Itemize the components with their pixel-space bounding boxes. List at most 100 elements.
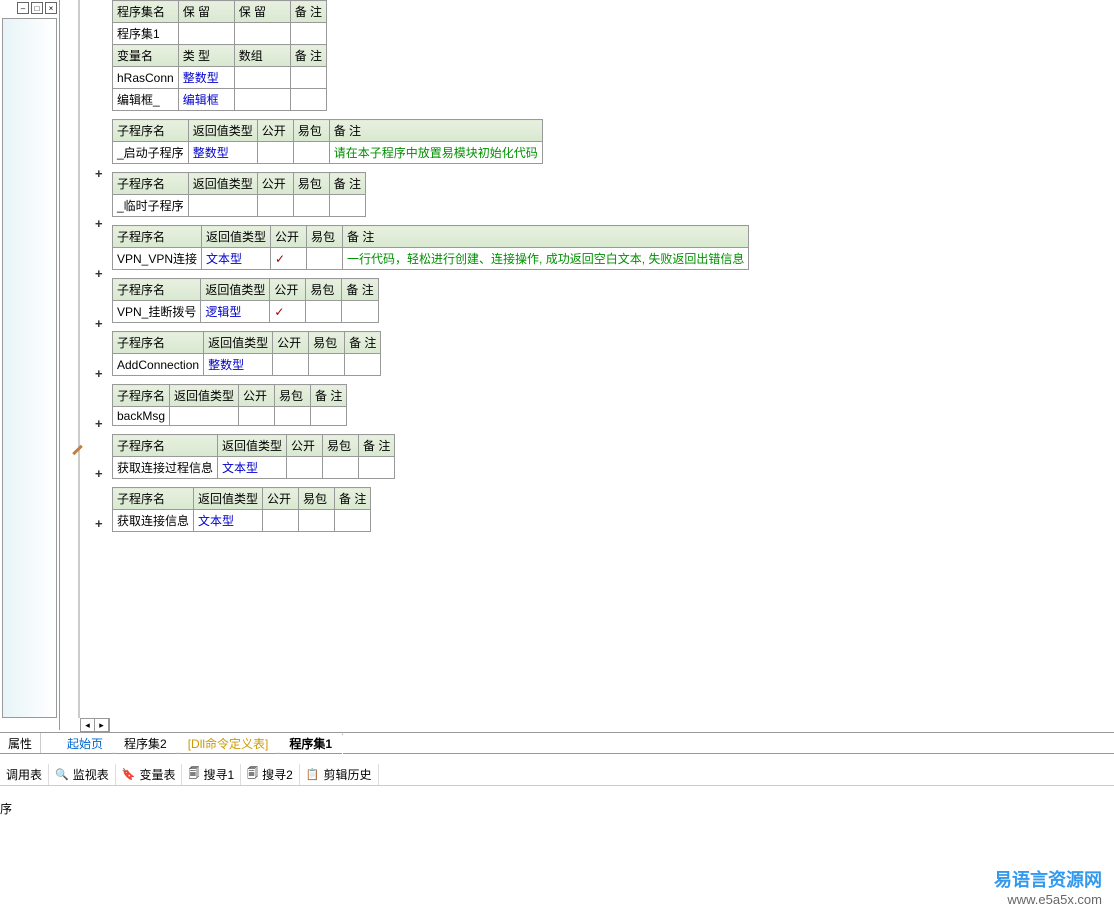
table-row[interactable]: _临时子程序 [113, 195, 366, 217]
sub-name-cell[interactable]: 获取连接过程信息 [113, 457, 218, 479]
header-name: 子程序名 [113, 120, 189, 142]
tab-dll-definition[interactable]: [Dll命令定义表] [178, 733, 280, 753]
program-set-name-cell[interactable]: 程序集1 [113, 23, 179, 45]
sub-public-cell[interactable] [263, 510, 299, 532]
var-type-cell[interactable]: 整数型 [178, 67, 234, 89]
scroll-right-icon[interactable]: ▸ [95, 719, 109, 731]
sub-public-cell[interactable] [273, 354, 309, 376]
sub-note-cell[interactable]: 请在本子程序中放置易模块初始化代码 [329, 142, 542, 164]
sub-public-cell[interactable]: ✓ [271, 248, 307, 270]
tab-start-page[interactable]: 起始页 [57, 733, 114, 753]
property-tree-area[interactable] [2, 18, 57, 718]
expand-button[interactable]: + [95, 416, 103, 431]
sub-name-cell[interactable]: VPN_挂断拨号 [113, 301, 201, 323]
sub-public-cell[interactable] [287, 457, 323, 479]
sub-name-cell[interactable]: AddConnection [113, 354, 204, 376]
clipboard-history-tab[interactable]: 📋 剪辑历史 [300, 764, 379, 785]
horizontal-scroll-stub[interactable]: ◂ ▸ [80, 718, 110, 732]
restore-button[interactable]: □ [31, 2, 43, 14]
sub-note-cell[interactable] [342, 301, 378, 323]
expand-button[interactable]: + [95, 466, 103, 481]
table-row[interactable]: 程序集1 [113, 23, 327, 45]
clipboard-icon: 📋 [306, 768, 320, 781]
expand-button[interactable]: + [95, 216, 103, 231]
sub-easy-cell[interactable] [293, 142, 329, 164]
var-type-cell[interactable]: 编辑框 [178, 89, 234, 111]
sub-return-type-cell[interactable]: 整数型 [204, 354, 273, 376]
sub-return-type-cell[interactable]: 文本型 [218, 457, 287, 479]
sub-note-cell[interactable] [311, 407, 347, 426]
header-ret: 返回值类型 [188, 173, 257, 195]
header-note: 备 注 [342, 279, 378, 301]
sub-note-cell[interactable] [345, 354, 381, 376]
table-row[interactable]: VPN_VPN连接文本型✓ 一行代码，轻松进行创建、连接操作, 成功返回空白文本,… [113, 248, 749, 270]
sub-note-cell[interactable] [329, 195, 365, 217]
sub-easy-cell[interactable] [306, 301, 342, 323]
expand-button[interactable]: + [95, 366, 103, 381]
sub-return-type-cell[interactable]: 文本型 [194, 510, 263, 532]
table-row[interactable]: 获取连接过程信息文本型 [113, 457, 395, 479]
sub-easy-cell[interactable] [275, 407, 311, 426]
cell[interactable] [234, 89, 290, 111]
variable-table-tab[interactable]: 🔖 变量表 [116, 764, 183, 785]
sub-name-cell[interactable]: _临时子程序 [113, 195, 189, 217]
sub-easy-cell[interactable] [307, 248, 343, 270]
minimize-button[interactable]: – [17, 2, 29, 14]
tab-program-set-1[interactable]: 程序集1 [279, 733, 343, 753]
expand-button[interactable]: + [95, 266, 103, 281]
header-name: 子程序名 [113, 332, 204, 354]
table-row[interactable]: _启动子程序整数型 请在本子程序中放置易模块初始化代码 [113, 142, 543, 164]
sub-return-type-cell[interactable] [170, 407, 239, 426]
sub-return-type-cell[interactable]: 文本型 [202, 248, 271, 270]
cell[interactable] [290, 23, 326, 45]
cell[interactable] [290, 67, 326, 89]
sub-easy-cell[interactable] [323, 457, 359, 479]
sub-name-cell[interactable]: VPN_VPN连接 [113, 248, 202, 270]
call-table-tab[interactable]: 调用表 [0, 764, 49, 785]
sub-name-cell[interactable]: 获取连接信息 [113, 510, 194, 532]
tab-program-set-2[interactable]: 程序集2 [114, 733, 178, 753]
header-pub: 公开 [273, 332, 309, 354]
cell[interactable] [178, 23, 234, 45]
gutter [60, 0, 80, 718]
cell[interactable] [234, 23, 290, 45]
cell[interactable] [234, 67, 290, 89]
cell[interactable] [290, 89, 326, 111]
sub-note-cell[interactable]: 一行代码，轻松进行创建、连接操作, 成功返回空白文本, 失败返回出错信息 [343, 248, 749, 270]
sub-easy-cell[interactable] [309, 354, 345, 376]
expand-button[interactable]: + [95, 516, 103, 531]
var-name-cell[interactable]: 编辑框_ [113, 89, 179, 111]
table-header-row: 子程序名返回值类型公开易包备 注 [113, 435, 395, 457]
close-button[interactable]: × [45, 2, 57, 14]
search1-tab[interactable]: 🗐 搜寻1 [182, 764, 241, 785]
scroll-left-icon[interactable]: ◂ [81, 719, 95, 731]
table-row[interactable]: backMsg [113, 407, 347, 426]
table-row[interactable]: 获取连接信息文本型 [113, 510, 371, 532]
sub-return-type-cell[interactable] [188, 195, 257, 217]
sub-easy-cell[interactable] [293, 195, 329, 217]
sub-public-cell[interactable] [257, 195, 293, 217]
sub-return-type-cell[interactable]: 逻辑型 [201, 301, 270, 323]
subroutines-container: 子程序名返回值类型公开易包备 注_启动子程序整数型请在本子程序中放置易模块初始化… [112, 119, 1114, 532]
sub-return-type-cell[interactable]: 整数型 [188, 142, 257, 164]
sub-name-cell[interactable]: _启动子程序 [113, 142, 189, 164]
sub-note-cell[interactable] [335, 510, 371, 532]
watch-table-tab[interactable]: 🔍 监视表 [49, 764, 116, 785]
sub-public-cell[interactable] [257, 142, 293, 164]
table-row[interactable]: VPN_挂断拨号逻辑型✓ [113, 301, 379, 323]
table-row[interactable]: 编辑框_ 编辑框 [113, 89, 327, 111]
search2-tab[interactable]: 🗐 搜寻2 [241, 764, 300, 785]
table-row[interactable]: hRasConn 整数型 [113, 67, 327, 89]
sub-easy-cell[interactable] [299, 510, 335, 532]
panel-header: – □ × [0, 0, 59, 16]
watermark-title: 易语言资源网 [994, 866, 1102, 892]
expand-button[interactable]: + [95, 166, 103, 181]
expand-button[interactable]: + [95, 316, 103, 331]
sub-name-cell[interactable]: backMsg [113, 407, 170, 426]
sub-public-cell[interactable]: ✓ [270, 301, 306, 323]
sub-public-cell[interactable] [239, 407, 275, 426]
sub-note-cell[interactable] [359, 457, 395, 479]
var-name-cell[interactable]: hRasConn [113, 67, 179, 89]
table-row[interactable]: AddConnection整数型 [113, 354, 381, 376]
header-var-note: 备 注 [290, 45, 326, 67]
